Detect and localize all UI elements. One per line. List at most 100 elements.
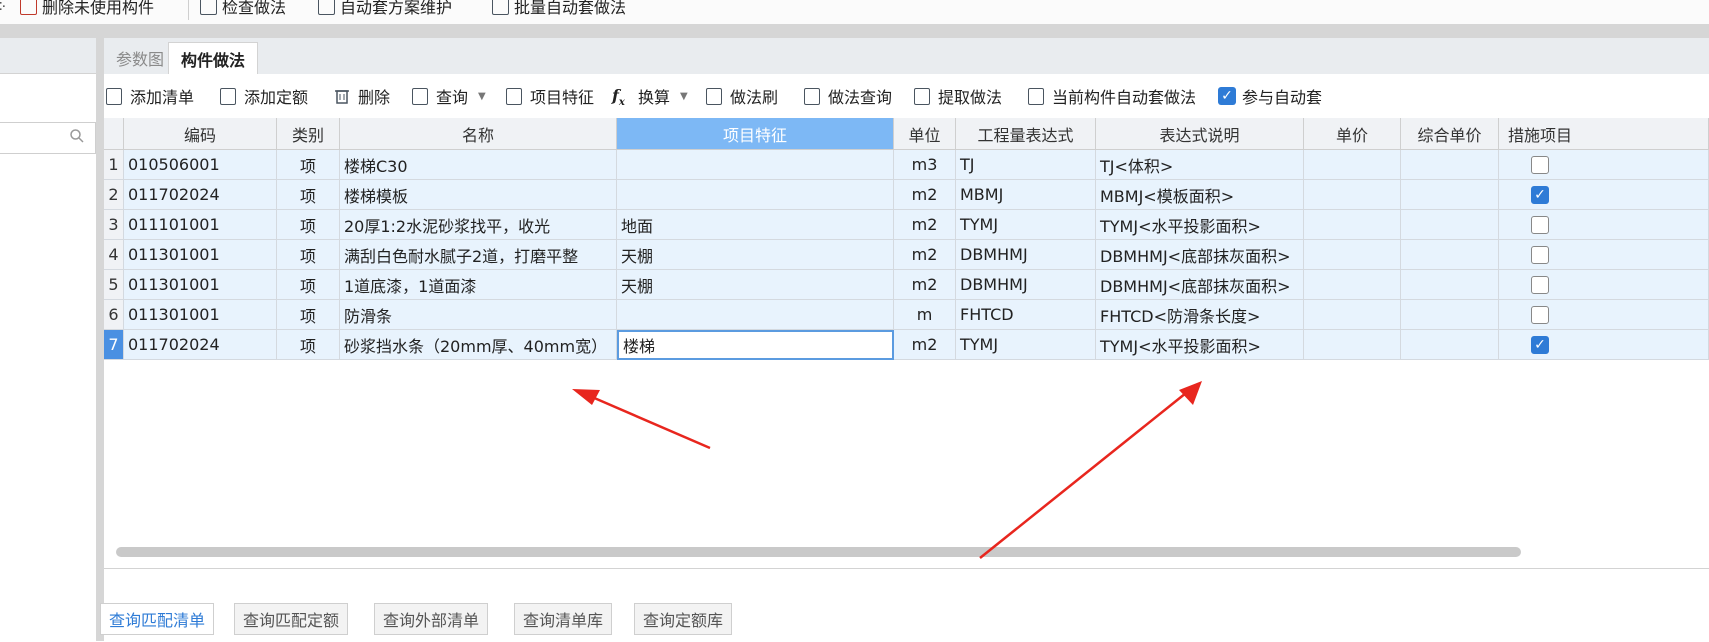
- column-header-measure[interactable]: 措施项目: [1499, 118, 1709, 150]
- panel-splitter[interactable]: [96, 38, 104, 641]
- cell-no[interactable]: 7: [104, 330, 124, 360]
- cell-price[interactable]: [1304, 300, 1401, 330]
- truncated-icon[interactable]: ⁘: [0, 0, 7, 18]
- cell-no[interactable]: 5: [104, 270, 124, 300]
- chevron-down-icon[interactable]: ▼: [680, 91, 688, 102]
- table-row[interactable]: 2 011702024 项 楼梯模板 m2 MBMJ MBMJ<模板面积> ✓: [104, 180, 1709, 210]
- cell-name[interactable]: 1道底漆，1道面漆: [340, 270, 617, 300]
- cell-feature[interactable]: [617, 150, 894, 180]
- table-row[interactable]: 7 011702024 项 砂浆挡水条（20mm厚、40mm宽） 楼梯 m2 TYMJ TYM…: [104, 330, 1709, 360]
- measure-checkbox[interactable]: [1531, 155, 1549, 174]
- cell-price[interactable]: [1304, 330, 1401, 360]
- column-header-expr[interactable]: 工程量表达式: [956, 118, 1096, 150]
- cell-type[interactable]: 项: [277, 270, 340, 300]
- cell-unit[interactable]: m2: [894, 180, 956, 210]
- cell-no[interactable]: 2: [104, 180, 124, 210]
- cell-code[interactable]: 011101001: [124, 210, 277, 240]
- cell-unit[interactable]: m2: [894, 270, 956, 300]
- tab-query-list-library[interactable]: 查询清单库: [514, 603, 613, 635]
- cell-code[interactable]: 011301001: [124, 300, 277, 330]
- cell-desc[interactable]: MBMJ<模板面积>: [1096, 180, 1304, 210]
- method-brush-button[interactable]: 做法刷: [704, 84, 778, 108]
- cell-type[interactable]: 项: [277, 210, 340, 240]
- cell-unit[interactable]: m2: [894, 330, 956, 360]
- cell-expr[interactable]: TYMJ: [956, 210, 1096, 240]
- cell-type[interactable]: 项: [277, 240, 340, 270]
- tab-param-diagram[interactable]: 参数图: [104, 42, 176, 74]
- cell-feature[interactable]: 天棚: [617, 270, 894, 300]
- cell-code[interactable]: 011702024: [124, 180, 277, 210]
- cell-desc[interactable]: TYMJ<水平投影面积>: [1096, 330, 1304, 360]
- cell-expr[interactable]: TJ: [956, 150, 1096, 180]
- measure-checkbox[interactable]: [1531, 215, 1549, 234]
- cell-feature[interactable]: 地面: [617, 210, 894, 240]
- cell-code[interactable]: 011702024: [124, 330, 277, 360]
- cell-measure[interactable]: [1499, 270, 1709, 300]
- cell-comp-price[interactable]: [1401, 150, 1499, 180]
- cell-code[interactable]: 010506001: [124, 150, 277, 180]
- cell-name[interactable]: 防滑条: [340, 300, 617, 330]
- check-method-button[interactable]: 检查做法: [200, 0, 286, 18]
- tab-component-method[interactable]: 构件做法: [168, 42, 259, 75]
- cell-expr[interactable]: TYMJ: [956, 330, 1096, 360]
- batch-auto-button[interactable]: 批量自动套做法: [492, 0, 626, 18]
- join-auto-checkbox[interactable]: ✓: [1218, 87, 1236, 105]
- measure-checkbox[interactable]: [1531, 275, 1549, 294]
- cell-no[interactable]: 4: [104, 240, 124, 270]
- cell-price[interactable]: [1304, 240, 1401, 270]
- tab-query-quota-library[interactable]: 查询定额库: [634, 603, 733, 635]
- cell-comp-price[interactable]: [1401, 330, 1499, 360]
- column-header-comp-price[interactable]: 综合单价: [1401, 118, 1499, 150]
- cell-feature[interactable]: [617, 180, 894, 210]
- column-header-code[interactable]: 编码: [124, 118, 277, 150]
- cell-no[interactable]: 6: [104, 300, 124, 330]
- cell-name[interactable]: 楼梯模板: [340, 180, 617, 210]
- column-header-price[interactable]: 单价: [1304, 118, 1401, 150]
- column-header-unit[interactable]: 单位: [894, 118, 956, 150]
- cell-desc[interactable]: DBMHMJ<底部抹灰面积>: [1096, 270, 1304, 300]
- cell-expr[interactable]: DBMHMJ: [956, 240, 1096, 270]
- cell-price[interactable]: [1304, 210, 1401, 240]
- cell-unit[interactable]: m2: [894, 210, 956, 240]
- table-row[interactable]: 1 010506001 项 楼梯C30 m3 TJ TJ<体积>: [104, 150, 1709, 180]
- cell-type[interactable]: 项: [277, 150, 340, 180]
- scheme-maintenance-button[interactable]: 自动套方案维护: [318, 0, 452, 18]
- cell-name[interactable]: 砂浆挡水条（20mm厚、40mm宽）: [340, 330, 617, 360]
- cell-desc[interactable]: TYMJ<水平投影面积>: [1096, 210, 1304, 240]
- join-auto-toggle[interactable]: ✓ 参与自动套: [1218, 84, 1322, 108]
- delete-unused-button[interactable]: 删除未使用构件: [20, 0, 154, 18]
- cell-expr[interactable]: FHTCD: [956, 300, 1096, 330]
- cell-type[interactable]: 项: [277, 180, 340, 210]
- measure-checkbox[interactable]: ✓: [1531, 335, 1549, 354]
- cell-name[interactable]: 20厚1:2水泥砂浆找平，收光: [340, 210, 617, 240]
- cell-unit[interactable]: m: [894, 300, 956, 330]
- cell-measure[interactable]: [1499, 150, 1709, 180]
- query-button[interactable]: 查询 ▼: [410, 84, 486, 108]
- search-icon[interactable]: [69, 128, 85, 148]
- cell-comp-price[interactable]: [1401, 270, 1499, 300]
- cell-comp-price[interactable]: [1401, 300, 1499, 330]
- table-row[interactable]: 5 011301001 项 1道底漆，1道面漆 天棚 m2 DBMHMJ DBMHMJ<底部抹…: [104, 270, 1709, 300]
- cell-desc[interactable]: FHTCD<防滑条长度>: [1096, 300, 1304, 330]
- measure-checkbox[interactable]: ✓: [1531, 185, 1549, 204]
- extract-method-button[interactable]: 提取做法: [912, 84, 1002, 108]
- table-row[interactable]: 4 011301001 项 满刮白色耐水腻子2道，打磨平整 天棚 m2 DBMHMJ DBMH…: [104, 240, 1709, 270]
- cell-comp-price[interactable]: [1401, 240, 1499, 270]
- delete-button[interactable]: 删除: [332, 84, 390, 108]
- cell-unit[interactable]: m2: [894, 240, 956, 270]
- convert-button[interactable]: fx 换算 ▼: [612, 84, 688, 108]
- chevron-down-icon[interactable]: ▼: [478, 91, 486, 102]
- column-header-desc[interactable]: 表达式说明: [1096, 118, 1304, 150]
- add-list-button[interactable]: 添加清单: [104, 84, 194, 108]
- cell-feature[interactable]: [617, 300, 894, 330]
- cell-name[interactable]: 满刮白色耐水腻子2道，打磨平整: [340, 240, 617, 270]
- cell-measure[interactable]: [1499, 300, 1709, 330]
- cell-price[interactable]: [1304, 180, 1401, 210]
- cell-measure[interactable]: [1499, 240, 1709, 270]
- cell-measure[interactable]: ✓: [1499, 180, 1709, 210]
- cell-expr[interactable]: DBMHMJ: [956, 270, 1096, 300]
- measure-checkbox[interactable]: [1531, 305, 1549, 324]
- cell-comp-price[interactable]: [1401, 180, 1499, 210]
- cell-feature[interactable]: 楼梯: [617, 330, 894, 360]
- cell-type[interactable]: 项: [277, 300, 340, 330]
